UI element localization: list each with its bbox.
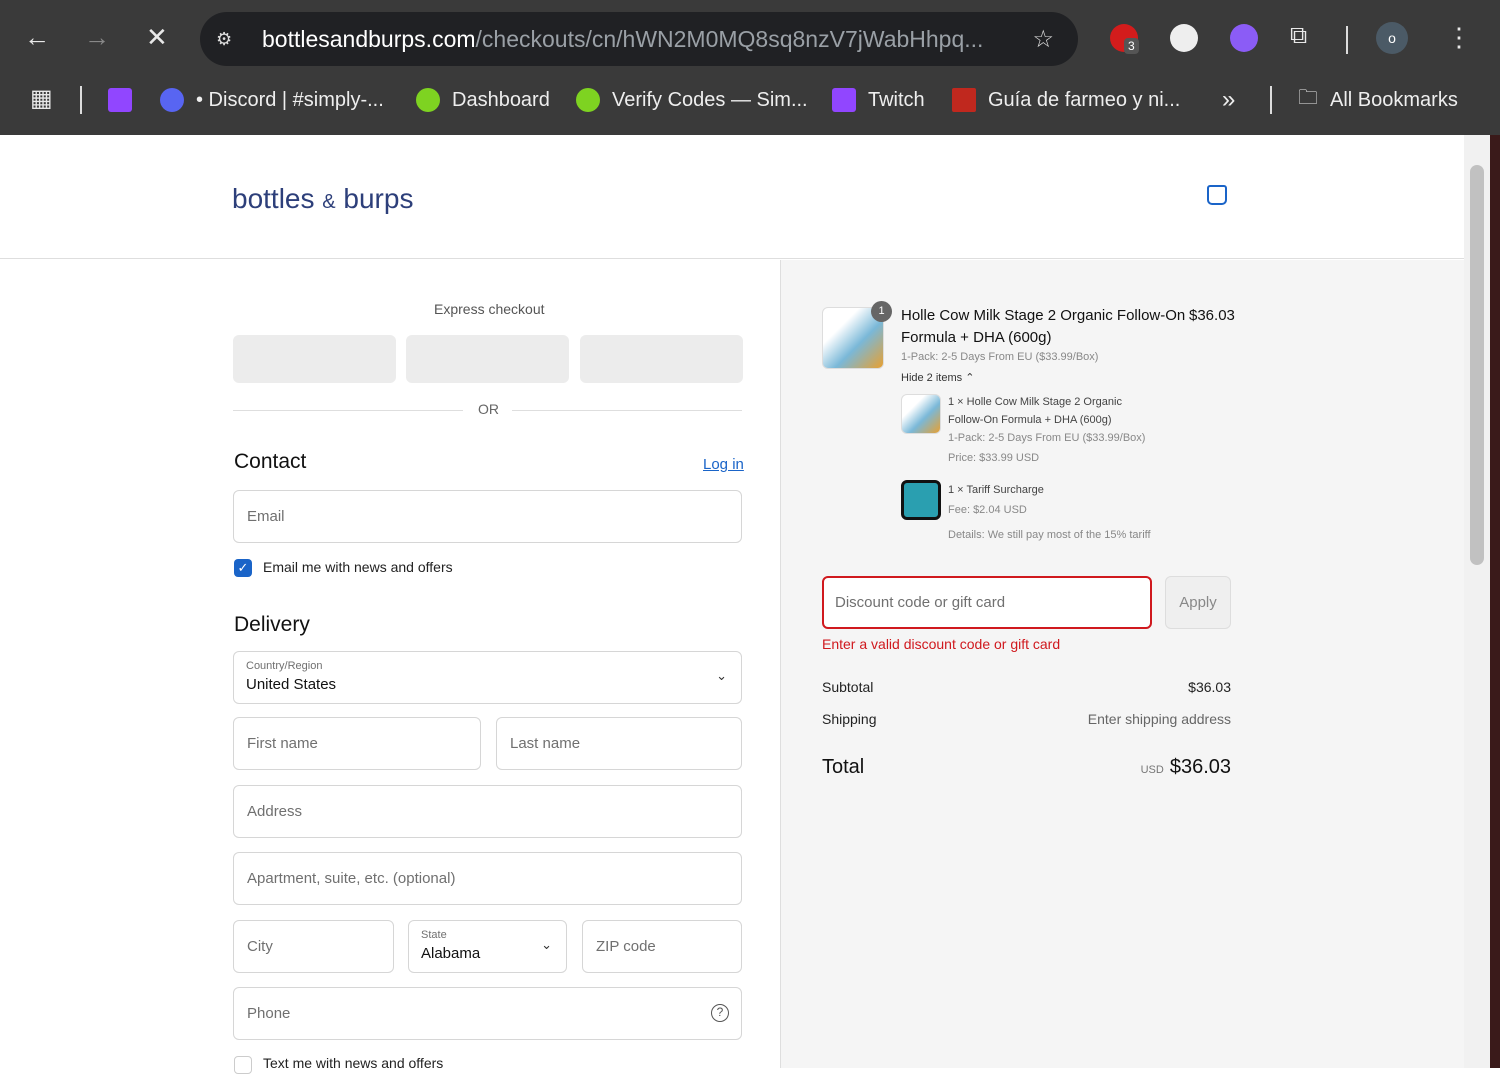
express-pay-button[interactable] — [406, 335, 569, 383]
url-domain: bottlesandburps.com — [262, 25, 476, 52]
express-pay-button[interactable] — [233, 335, 396, 383]
apps-grid-icon[interactable]: ▦ — [30, 84, 53, 113]
tariff-icon — [901, 480, 941, 520]
bookmark-guia[interactable]: Guía de farmeo y ni... — [952, 84, 1180, 116]
url-path: /checkouts/cn/hWN2M0MQ8sq8nzV7jWabHhpq..… — [475, 25, 984, 52]
discount-input[interactable]: Discount code or gift card — [822, 576, 1152, 629]
extension-icon[interactable] — [1230, 24, 1258, 52]
order-summary: 1 Holle Cow Milk Stage 2 Organic Follow-… — [781, 260, 1464, 1068]
chevron-down-icon: ⌄ — [541, 937, 552, 952]
text-checkbox[interactable] — [234, 1056, 252, 1074]
folder-icon: 🗀 — [1298, 87, 1318, 109]
profile-avatar[interactable]: o — [1376, 22, 1408, 54]
bundle-item-thumbnail — [901, 394, 941, 434]
extension-icon[interactable] — [1170, 24, 1198, 52]
tariff-name: 1 × Tariff Surcharge — [948, 484, 1044, 496]
bundle-item-price: Price: $33.99 USD — [948, 452, 1040, 464]
product-price: $36.03 — [1189, 307, 1235, 324]
discount-error: Enter a valid discount code or gift card — [822, 636, 1061, 652]
bookmark-twitch[interactable] — [108, 84, 144, 116]
extension-icon[interactable]: 3 — [1110, 24, 1139, 54]
text-checkbox-label: Text me with news and offers — [263, 1055, 444, 1071]
product-title: Holle Cow Milk Stage 2 Organic Follow-On — [901, 307, 1186, 324]
zip-field[interactable]: ZIP code — [582, 920, 742, 973]
bookmark-star-icon[interactable]: ☆ — [1032, 25, 1054, 54]
chevron-down-icon: ⌄ — [716, 668, 727, 683]
more-bookmarks-button[interactable]: » — [1222, 84, 1235, 116]
extensions-puzzle-icon[interactable]: ⧉ — [1290, 22, 1307, 50]
news-checkbox-label: Email me with news and offers — [263, 559, 453, 575]
tariff-fee: Fee: $2.04 USD — [948, 504, 1027, 516]
contact-heading: Contact — [234, 450, 307, 473]
scrollbar[interactable] — [1464, 135, 1490, 1068]
bookmark-twitch[interactable]: Twitch — [832, 84, 925, 116]
site-settings-icon[interactable]: ⚙ — [216, 29, 242, 50]
all-bookmarks-button[interactable]: 🗀 All Bookmarks — [1298, 84, 1458, 116]
tariff-details: Details: We still pay most of the 15% ta… — [948, 529, 1151, 541]
subtotal-value: $36.03 — [1188, 679, 1231, 695]
email-field[interactable]: Email — [233, 490, 742, 543]
help-icon[interactable]: ? — [711, 1004, 729, 1022]
apply-button[interactable]: Apply — [1165, 576, 1231, 629]
city-field[interactable]: City — [233, 920, 394, 973]
bundle-item-variant: 1-Pack: 2-5 Days From EU ($33.99/Box) — [948, 432, 1146, 444]
country-select[interactable]: Country/Region United States ⌄ — [233, 651, 742, 704]
chevron-up-icon: ⌃ — [965, 372, 975, 384]
first-name-field[interactable]: First name — [233, 717, 481, 770]
delivery-heading: Delivery — [234, 613, 310, 636]
forward-icon[interactable]: → — [84, 22, 110, 53]
menu-icon[interactable]: ⋮ — [1446, 22, 1472, 53]
product-title-line2: Formula + DHA (600g) — [901, 329, 1052, 346]
phone-field[interactable]: Phone? — [233, 987, 742, 1040]
address-field[interactable]: Address — [233, 785, 742, 838]
bookmark-discord[interactable]: • Discord | #simply-... — [160, 84, 384, 116]
hide-items-toggle[interactable]: Hide 2 items ⌃ — [901, 371, 974, 384]
bundle-item-name-line2: Follow-On Formula + DHA (600g) — [948, 414, 1112, 426]
subtotal-label: Subtotal — [822, 679, 874, 695]
product-variant: 1-Pack: 2-5 Days From EU ($33.99/Box) — [901, 351, 1099, 363]
cart-icon[interactable] — [1207, 185, 1227, 205]
login-link[interactable]: Log in — [703, 456, 744, 473]
or-divider: OR — [478, 401, 499, 417]
total-label: Total — [822, 756, 865, 778]
site-logo[interactable]: bottles & burps — [232, 183, 413, 215]
bookmark-verify-codes[interactable]: Verify Codes — Sim... — [576, 84, 808, 116]
news-checkbox[interactable]: ✓ — [234, 559, 252, 577]
stop-loading-icon[interactable]: ✕ — [146, 22, 168, 53]
scrollbar-thumb[interactable] — [1470, 165, 1484, 565]
shipping-value: Enter shipping address — [1087, 711, 1231, 727]
checkout-form: Express checkout OR Contact Log in Email… — [0, 260, 781, 1074]
apartment-field[interactable]: Apartment, suite, etc. (optional) — [233, 852, 742, 905]
last-name-field[interactable]: Last name — [496, 717, 742, 770]
site-header: bottles & burps — [0, 135, 1464, 259]
bundle-item-name: 1 × Holle Cow Milk Stage 2 Organic — [948, 396, 1122, 408]
express-checkout-title: Express checkout — [434, 301, 545, 317]
total-value: USD $36.03 — [1140, 756, 1231, 778]
bookmark-dashboard[interactable]: Dashboard — [416, 84, 550, 116]
shipping-label: Shipping — [822, 711, 877, 727]
extension-badge: 3 — [1124, 38, 1139, 54]
state-select[interactable]: State Alabama ⌄ — [408, 920, 567, 973]
quantity-badge: 1 — [871, 301, 892, 322]
browser-chrome: ← → ✕ ⚙ bottlesandburps.com/checkouts/cn… — [0, 0, 1500, 135]
address-bar[interactable]: ⚙ bottlesandburps.com/checkouts/cn/hWN2M… — [200, 12, 1078, 66]
back-icon[interactable]: ← — [24, 22, 50, 53]
express-pay-button[interactable] — [580, 335, 743, 383]
